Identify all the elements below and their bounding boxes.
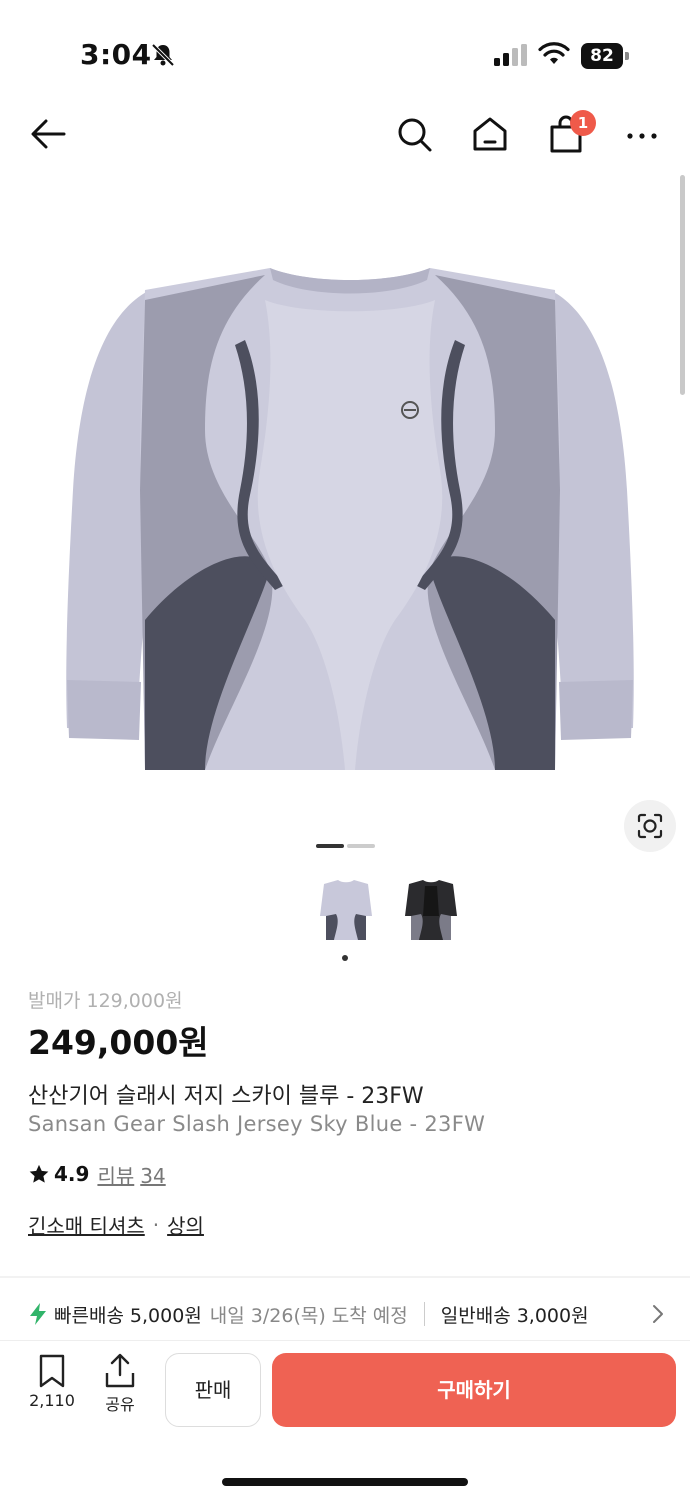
section-divider (0, 1276, 690, 1278)
more-icon[interactable] (622, 114, 662, 154)
share-button[interactable]: 공유 (90, 1353, 150, 1415)
delivery-options[interactable]: 빠른배송 5,000원 내일 3/26(목) 도착 예정 일반배송 3,000원 (28, 1298, 668, 1330)
save-count: 2,110 (29, 1391, 75, 1410)
search-icon[interactable] (394, 114, 434, 154)
battery-level: 82 (581, 43, 623, 69)
delivery-divider (423, 1302, 425, 1326)
fast-delivery-label: 빠른배송 (54, 1304, 124, 1327)
cart-count-badge: 1 (570, 110, 596, 136)
category-breadcrumb: 긴소매 티셔츠 · 상의 (28, 1210, 204, 1239)
review-link[interactable]: 리뷰 34 (97, 1160, 165, 1189)
product-name-english: Sansan Gear Slash Jersey Sky Blue - 23FW (28, 1112, 486, 1136)
color-option-sky-blue[interactable] (310, 876, 382, 946)
fast-delivery-eta: 내일 3/26(목) 도착 예정 (209, 1304, 408, 1327)
scrollbar[interactable] (680, 175, 685, 395)
buy-button[interactable]: 구매하기 (272, 1353, 676, 1427)
rating-value: 4.9 (54, 1162, 90, 1186)
bolt-icon (30, 1303, 46, 1325)
image-pager-inactive (347, 844, 375, 848)
lens-icon[interactable] (624, 800, 676, 852)
product-image[interactable] (55, 240, 645, 800)
rating-row: 4.9 리뷰 34 (28, 1160, 166, 1188)
category-link-tops[interactable]: 상의 (167, 1210, 204, 1239)
sell-button[interactable]: 판매 (165, 1353, 261, 1427)
status-time: 3:04 (80, 38, 152, 71)
share-icon (105, 1353, 135, 1388)
current-price: 249,000원 (28, 1023, 209, 1062)
fast-delivery-price: 5,000원 (129, 1304, 202, 1327)
save-button[interactable]: 2,110 (22, 1353, 82, 1410)
status-bar: 3:04 82 (0, 0, 690, 100)
wifi-icon (538, 42, 570, 64)
battery-icon: 82 (581, 43, 629, 69)
normal-delivery-label: 일반배송 (440, 1304, 511, 1327)
home-icon[interactable] (470, 114, 510, 154)
signal-icon (494, 44, 527, 66)
color-option-black[interactable] (395, 876, 467, 946)
category-link-long-sleeve[interactable]: 긴소매 티셔츠 (28, 1210, 145, 1239)
star-icon (29, 1164, 49, 1183)
product-name-korean: 산산기어 슬래시 저지 스카이 블루 - 23FW (28, 1084, 424, 1109)
chevron-right-icon[interactable] (648, 1300, 666, 1328)
share-label: 공유 (105, 1395, 135, 1414)
release-price: 발매가 129,000원 (28, 990, 183, 1012)
image-pager-active (316, 844, 344, 848)
home-indicator[interactable] (222, 1478, 468, 1486)
bookmark-icon (39, 1354, 65, 1388)
selected-option-dot (342, 955, 348, 961)
normal-delivery-price: 3,000원 (516, 1304, 589, 1327)
category-separator: · (152, 1212, 160, 1237)
bell-muted-icon (151, 43, 175, 67)
back-arrow-icon[interactable] (28, 114, 68, 154)
